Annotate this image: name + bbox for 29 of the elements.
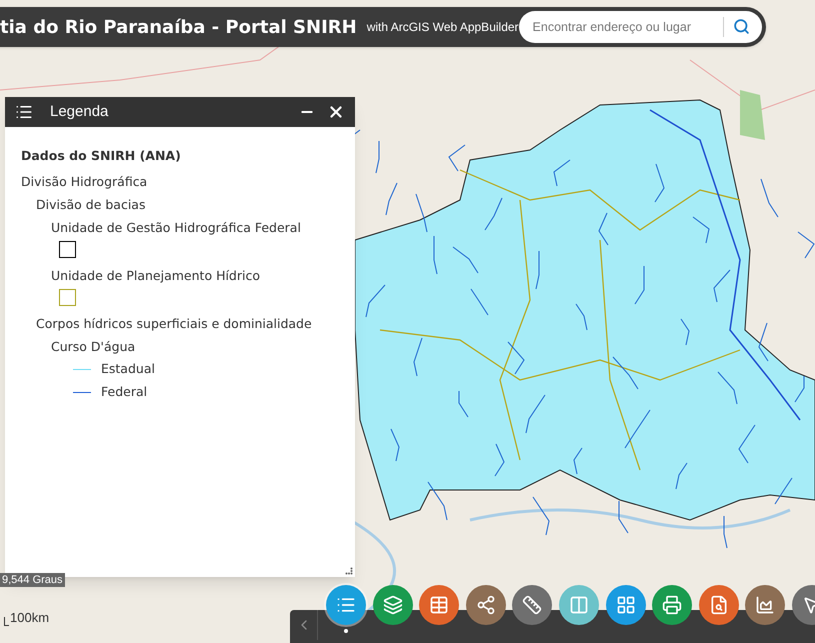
share-icon — [476, 595, 496, 615]
search-icon[interactable] — [733, 18, 750, 35]
legend-label: Estadual — [101, 360, 155, 378]
resize-grip-icon[interactable] — [345, 567, 353, 575]
scale-label: 100km — [10, 610, 50, 625]
legend-icon — [15, 103, 33, 121]
printer-icon — [662, 595, 682, 615]
legend-label: Divisão de bacias — [36, 196, 146, 214]
legend-label: Divisão Hidrográfica — [21, 172, 148, 191]
layer-title: Dados do SNIRH (ANA) — [21, 147, 182, 165]
ruler-icon — [522, 595, 542, 615]
active-indicator — [344, 629, 348, 633]
scale-bar — [4, 617, 9, 626]
coordinate-display: 9,544 Graus — [0, 573, 65, 587]
app-title: tia do Rio Paranaíba - Portal SNIRH — [0, 16, 357, 40]
area-chart-icon — [755, 595, 776, 615]
legend-label: Corpos hídricos superficiais e dominialidade — [36, 314, 313, 333]
legend-label: Unidade de Gestão Hidrográfica Federal — [51, 218, 302, 237]
panel-title: Legenda — [50, 102, 108, 122]
legend-label: Federal — [101, 382, 148, 401]
search-field[interactable]: Encontrar endereço ou lugar — [518, 11, 762, 43]
legend-label: Curso D'água — [51, 338, 136, 356]
app-subtitle: with ArcGIS Web AppBuilder — [366, 19, 519, 36]
legend-label: Unidade de Planejamento Hídrico — [51, 266, 262, 285]
grid-icon — [616, 595, 636, 615]
layers-icon — [382, 595, 403, 615]
columns-icon — [568, 595, 589, 615]
table-icon — [429, 595, 450, 615]
document-search-icon — [708, 595, 729, 615]
